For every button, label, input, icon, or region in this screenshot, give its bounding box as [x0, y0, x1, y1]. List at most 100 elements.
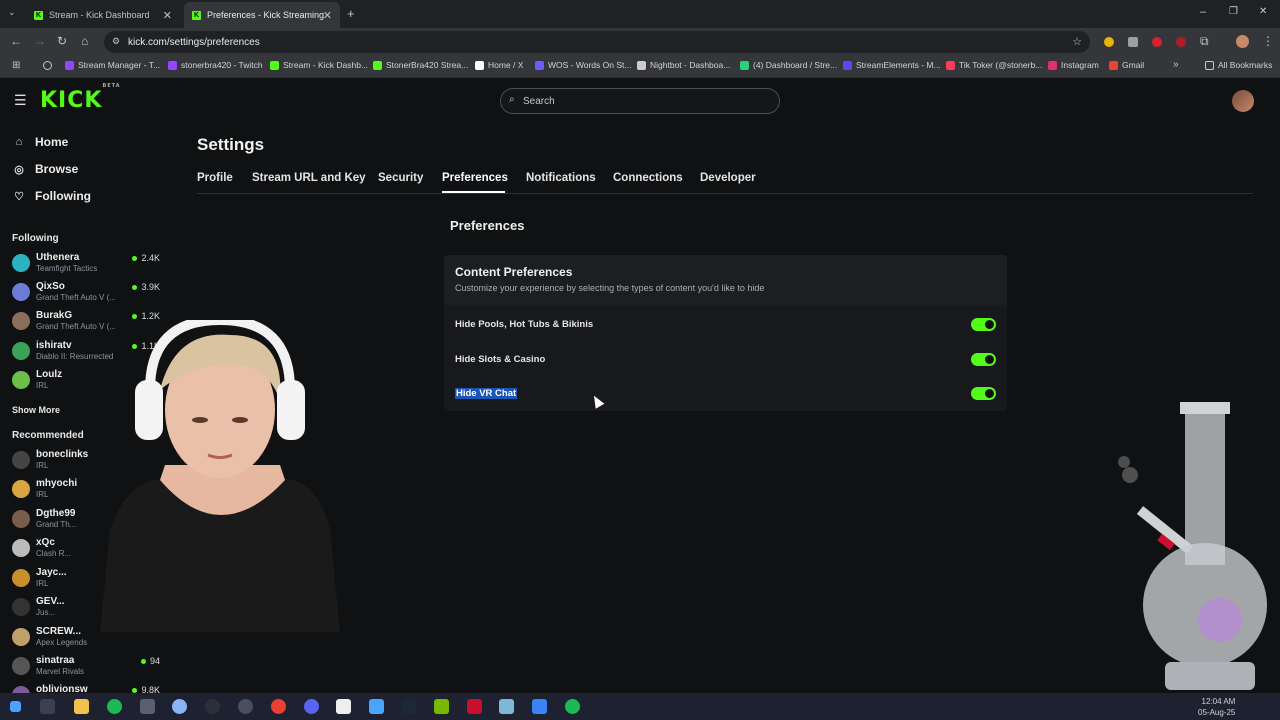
sidebar-item-browse[interactable]: ◎ Browse: [12, 162, 78, 176]
channel-avatar: [12, 371, 30, 389]
channel-item[interactable]: Uthenera Teamfight Tactics 2.4K: [12, 252, 160, 278]
tab-kick-dashboard[interactable]: K Stream - Kick Dashboard ✕: [26, 2, 180, 28]
bookmark-item[interactable]: StonerBra420 Strea...: [373, 60, 468, 70]
bookmark-label: WOS - Words On St...: [548, 60, 632, 70]
app-icon[interactable]: [205, 699, 220, 714]
channel-item[interactable]: oblivionsw 9.8K: [12, 684, 160, 693]
tab-stream-url-and-key[interactable]: Stream URL and Key: [252, 172, 366, 184]
app-icon[interactable]: [336, 699, 351, 714]
extension-icon[interactable]: [1128, 37, 1138, 47]
chrome-icon[interactable]: [271, 699, 286, 714]
calculator-icon[interactable]: [369, 699, 384, 714]
tab-security[interactable]: Security: [378, 172, 423, 184]
user-avatar[interactable]: [1232, 90, 1254, 112]
home-icon: ⌂: [15, 136, 23, 148]
discord-icon[interactable]: [304, 699, 319, 714]
tab-label: Preferences - Kick Streaming: [207, 10, 325, 20]
sidebar-item-home[interactable]: ⌂ Home: [12, 135, 69, 149]
nvidia-icon[interactable]: [434, 699, 449, 714]
channel-name: QixSo: [36, 281, 65, 292]
tab-preferences[interactable]: Preferences: [442, 172, 508, 184]
kick-favicon-icon: K: [34, 10, 43, 20]
new-tab-icon[interactable]: +: [347, 6, 355, 21]
toggle-hide-slots[interactable]: [971, 353, 996, 366]
toggle-hide-pools[interactable]: [971, 318, 996, 331]
bookmark-star-icon[interactable]: ☆: [1072, 35, 1082, 48]
close-tab-icon[interactable]: ✕: [323, 9, 332, 22]
card-title: Content Preferences: [455, 265, 573, 279]
bookmark-item[interactable]: Tik Toker (@stonerb...: [946, 60, 1042, 70]
bookmark-favicon-icon: [740, 60, 749, 70]
app-icon[interactable]: [172, 699, 187, 714]
app-icon[interactable]: [140, 699, 155, 714]
beta-badge: BETA: [102, 82, 121, 89]
toggle-hide-vr-chat[interactable]: [971, 387, 996, 400]
task-view-icon[interactable]: [40, 699, 55, 714]
channel-avatar: [12, 539, 30, 557]
minimize-icon[interactable]: –: [1200, 6, 1206, 18]
bookmark-item[interactable]: WOS - Words On St...: [535, 60, 631, 70]
channel-name: sinatraa: [36, 655, 75, 666]
tab-developer[interactable]: Developer: [700, 172, 756, 184]
app-icon[interactable]: [499, 699, 514, 714]
app-icon[interactable]: [467, 699, 482, 714]
browser-menu-icon[interactable]: ⋮: [1262, 34, 1274, 48]
clock-time: 12:04 AM: [1201, 697, 1236, 706]
channel-name: Uthenera: [36, 252, 80, 263]
reload-icon[interactable]: ↻: [57, 34, 67, 48]
windows-start-icon[interactable]: [10, 701, 21, 712]
tab-notifications[interactable]: Notifications: [526, 172, 596, 184]
extension-icon[interactable]: [1152, 37, 1162, 47]
site-info-icon[interactable]: ⚙: [112, 36, 120, 47]
tab-preferences[interactable]: K Preferences - Kick Streaming ✕: [184, 2, 340, 28]
globe-icon[interactable]: [43, 61, 52, 70]
kick-favicon-icon: K: [192, 10, 201, 20]
bookmark-item[interactable]: Stream Manager - T...: [65, 60, 160, 70]
close-tab-icon[interactable]: ✕: [163, 9, 172, 22]
viewer-count: 2.4K: [132, 253, 160, 263]
app-icon[interactable]: [532, 699, 547, 714]
kick-logo[interactable]: KICKBETA: [40, 83, 121, 113]
channel-item[interactable]: sinatraa Marvel Rivals 94: [12, 655, 160, 681]
extension-icon[interactable]: [1176, 37, 1186, 47]
chevron-right-icon[interactable]: »: [1173, 59, 1179, 70]
bookmark-item[interactable]: (4) Dashboard / Stre...: [740, 60, 837, 70]
spotify-icon[interactable]: [565, 699, 580, 714]
back-icon[interactable]: ←: [10, 34, 22, 48]
bookmark-label: Stream - Kick Dashb...: [283, 60, 369, 70]
all-bookmarks-button[interactable]: All Bookmarks: [1205, 60, 1272, 70]
bookmark-item[interactable]: Gmail: [1109, 60, 1144, 70]
tab-connections[interactable]: Connections: [613, 172, 683, 184]
profile-avatar-icon[interactable]: [1236, 35, 1249, 48]
file-explorer-icon[interactable]: [74, 699, 89, 714]
address-bar[interactable]: ⚙ kick.com/settings/preferences ☆: [104, 31, 1090, 53]
bookmark-item[interactable]: Home / X: [475, 60, 523, 70]
channel-avatar: [12, 254, 30, 272]
restore-icon[interactable]: ❐: [1229, 6, 1238, 17]
extension-icon[interactable]: [1104, 37, 1114, 47]
channel-item[interactable]: QixSo Grand Theft Auto V (... 3.9K: [12, 281, 160, 307]
spotify-icon[interactable]: [107, 699, 122, 714]
bookmark-item[interactable]: Instagram: [1048, 60, 1099, 70]
tab-profile[interactable]: Profile: [197, 172, 233, 184]
forward-icon[interactable]: →: [34, 34, 46, 48]
sidebar-item-label: Home: [35, 135, 69, 149]
tab-search-icon[interactable]: ⌄: [8, 7, 16, 18]
hamburger-menu-icon[interactable]: ☰: [14, 92, 27, 109]
sidebar-item-following[interactable]: ♡ Following: [12, 189, 91, 203]
bookmark-item[interactable]: Nightbot - Dashboa...: [637, 60, 730, 70]
steam-icon[interactable]: [401, 699, 416, 714]
channel-avatar: [12, 628, 30, 646]
taskbar-clock[interactable]: 12:04 AM 05-Aug-25: [1198, 696, 1235, 718]
home-browser-icon[interactable]: ⌂: [81, 34, 88, 48]
apps-grid-icon[interactable]: ⊞: [12, 60, 20, 71]
bookmark-item[interactable]: Stream - Kick Dashb...: [270, 60, 368, 70]
viewer-count: 3.9K: [132, 282, 160, 292]
bookmark-item[interactable]: stonerbra420 - Twitch: [168, 60, 263, 70]
extensions-puzzle-icon[interactable]: ⧉: [1200, 34, 1209, 49]
app-icon[interactable]: [238, 699, 253, 714]
channel-avatar: [12, 480, 30, 498]
search-input[interactable]: ⌕ Search: [500, 88, 780, 114]
bookmark-item[interactable]: StreamElements - M...: [843, 60, 941, 70]
close-window-icon[interactable]: ✕: [1259, 6, 1267, 17]
